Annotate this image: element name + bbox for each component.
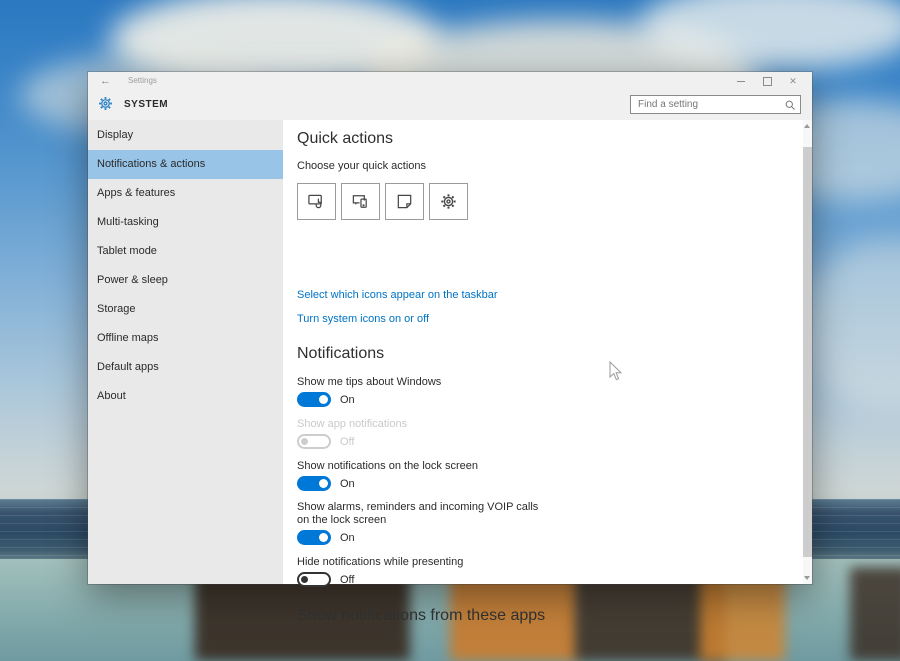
toggle-show-tips[interactable] [297, 392, 331, 407]
settings-gear-icon [97, 95, 114, 112]
sidebar: Display Notifications & actions Apps & f… [88, 120, 283, 584]
wallpaper-reflection [850, 567, 900, 661]
toggle-label-alarms-voip: Show alarms, reminders and incoming VOIP… [297, 501, 539, 526]
app-header: SYSTEM [88, 90, 812, 120]
sidebar-item-storage[interactable]: Storage [88, 295, 283, 324]
sidebar-item-offline-maps[interactable]: Offline maps [88, 324, 283, 353]
maximize-icon [762, 76, 772, 86]
toggle-label-lock-screen-notifications: Show notifications on the lock screen [297, 460, 478, 472]
search-box [630, 95, 801, 114]
toggle-state-show-tips: On [340, 394, 355, 406]
main-content: Quick actions Choose your quick actions [283, 120, 803, 624]
toggle-hide-presenting[interactable] [297, 572, 331, 587]
search-icon[interactable] [784, 99, 796, 111]
toggle-state-app-notifications: Off [340, 436, 355, 448]
note-icon [395, 192, 414, 211]
toggle-lock-screen-notifications[interactable] [297, 476, 331, 491]
sidebar-item-default-apps[interactable]: Default apps [88, 353, 283, 382]
toggle-label-app-notifications: Show app notifications [297, 418, 408, 430]
toggle-state-hide-presenting: Off [340, 574, 355, 586]
quick-action-connect-button[interactable] [341, 183, 380, 220]
quick-action-buttons [297, 183, 468, 220]
sidebar-item-notifications-actions[interactable]: Notifications & actions [88, 150, 283, 179]
scrollbar[interactable] [803, 120, 812, 584]
taskbar-icons-link[interactable]: Select which icons appear on the taskbar [297, 289, 498, 301]
toggle-label-hide-presenting: Hide notifications while presenting [297, 556, 464, 568]
toggle-state-lock-screen-notifications: On [340, 478, 355, 490]
search-input[interactable] [631, 96, 786, 113]
window-title: Settings [128, 76, 157, 85]
sidebar-item-apps-features[interactable]: Apps & features [88, 179, 283, 208]
notifications-heading: Notifications [297, 345, 385, 362]
page-title: SYSTEM [124, 99, 169, 110]
sidebar-item-about[interactable]: About [88, 382, 283, 411]
quick-action-all-settings-button[interactable] [429, 183, 468, 220]
minimize-button[interactable] [728, 72, 754, 90]
titlebar[interactable]: ← Settings ✕ [88, 72, 812, 90]
quick-action-tablet-mode-button[interactable] [297, 183, 336, 220]
sidebar-item-power-sleep[interactable]: Power & sleep [88, 266, 283, 295]
system-icons-link[interactable]: Turn system icons on or off [297, 313, 429, 325]
toggle-state-alarms-voip: On [340, 532, 355, 544]
toggle-app-notifications [297, 434, 331, 449]
sidebar-item-display[interactable]: Display [88, 121, 283, 150]
toggle-alarms-voip[interactable] [297, 530, 331, 545]
scroll-up-icon[interactable] [804, 124, 810, 128]
sidebar-item-multi-tasking[interactable]: Multi-tasking [88, 208, 283, 237]
settings-window: ← Settings ✕ SYSTEM Find a setting Displ… [88, 72, 812, 624]
tablet-mode-icon [307, 192, 326, 211]
back-button[interactable]: ← [100, 74, 111, 88]
sidebar-item-tablet-mode[interactable]: Tablet mode [88, 237, 283, 266]
quick-action-note-button[interactable] [385, 183, 424, 220]
connect-icon [351, 192, 370, 211]
quick-actions-heading: Quick actions [297, 130, 394, 147]
minimize-icon [737, 80, 745, 82]
window-controls: ✕ [728, 72, 806, 90]
maximize-button[interactable] [754, 72, 780, 90]
apps-notifications-heading: Show notifications from these apps [297, 607, 546, 624]
quick-actions-subheading: Choose your quick actions [297, 160, 427, 172]
scrollbar-thumb[interactable] [803, 147, 812, 557]
close-button[interactable]: ✕ [780, 72, 806, 90]
all-settings-icon [439, 192, 458, 211]
toggle-label-show-tips: Show me tips about Windows [297, 376, 442, 388]
scroll-down-icon[interactable] [804, 576, 810, 580]
